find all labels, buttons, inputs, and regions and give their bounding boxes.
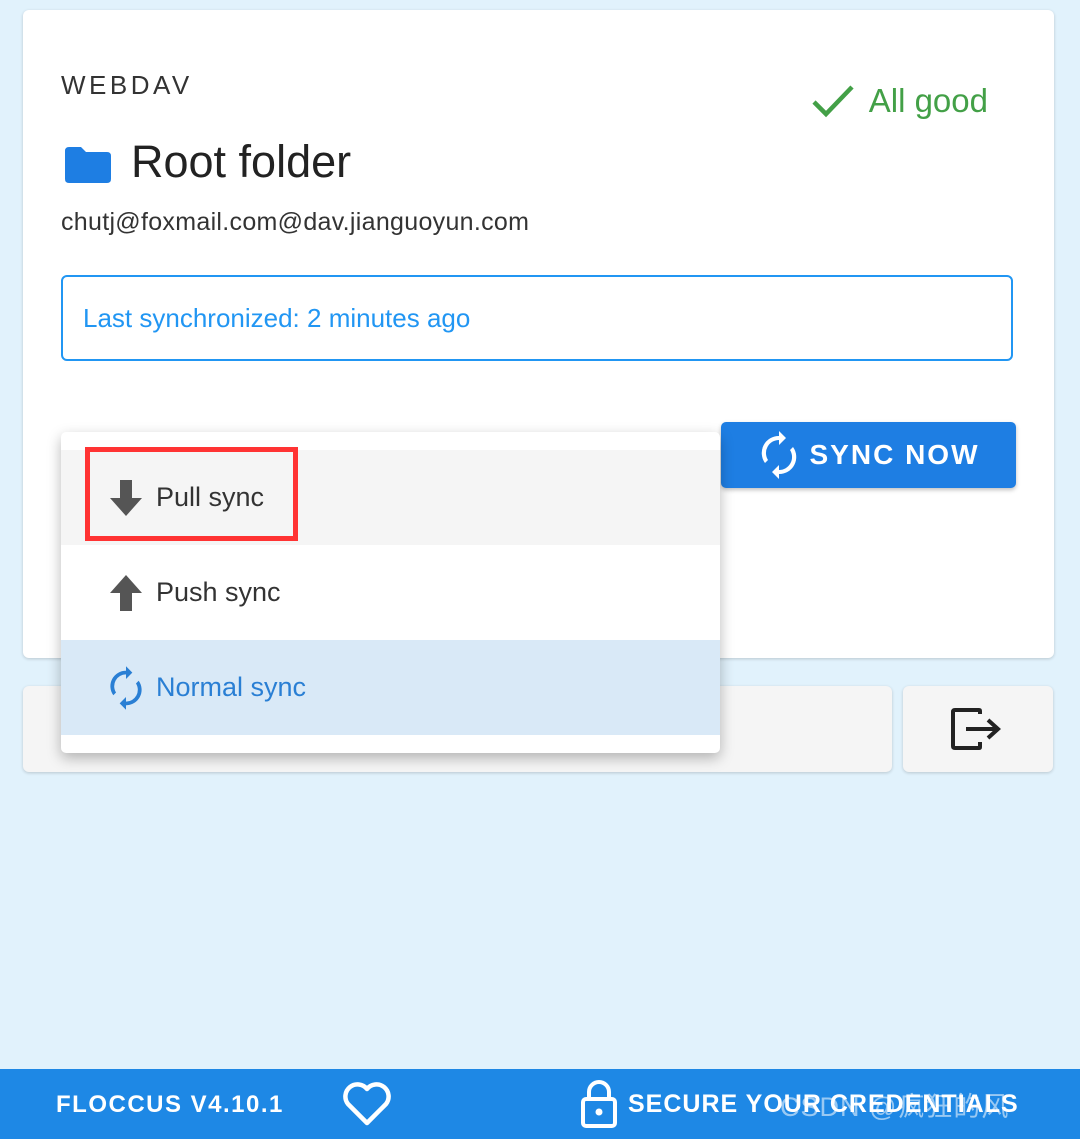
menu-item-label: Normal sync xyxy=(156,672,307,702)
account-address: chutj@foxmail.com@dav.jianguoyun.com xyxy=(61,208,530,236)
last-sync-text: Last synchronized: 2 minutes ago xyxy=(83,302,471,333)
lock-icon xyxy=(581,1080,617,1128)
menu-item-normal-sync[interactable]: Normal sync xyxy=(61,640,720,735)
status-indicator: All good xyxy=(811,82,988,120)
sync-icon xyxy=(761,431,796,479)
footer-bar: FLOCCUS V4.10.1 SECURE YOUR CREDENTIALS … xyxy=(0,1069,1080,1139)
annotation-highlight-box xyxy=(85,447,298,541)
heart-icon[interactable] xyxy=(342,1081,392,1127)
check-icon xyxy=(812,85,854,118)
last-sync-alert: Last synchronized: 2 minutes ago xyxy=(61,275,1013,361)
account-type-label: WEBDAV xyxy=(61,70,193,100)
arrow-up-icon xyxy=(106,573,146,613)
sync-icon xyxy=(106,664,146,712)
sync-now-button[interactable]: SYNC NOW xyxy=(721,422,1016,488)
title-row: Root folder xyxy=(63,136,351,188)
menu-item-push-sync[interactable]: Push sync xyxy=(61,545,720,640)
version-link[interactable]: FLOCCUS V4.10.1 xyxy=(56,1091,284,1119)
disconnect-button[interactable] xyxy=(903,686,1053,772)
watermark-text: CSDN @疯狂的风 xyxy=(780,1092,1010,1122)
sync-now-label: SYNC NOW xyxy=(809,439,980,470)
menu-item-label: Push sync xyxy=(156,577,281,607)
folder-icon xyxy=(65,147,111,183)
account-title: Root folder xyxy=(131,136,352,187)
exit-icon xyxy=(951,708,1001,750)
status-text: All good xyxy=(868,82,988,119)
